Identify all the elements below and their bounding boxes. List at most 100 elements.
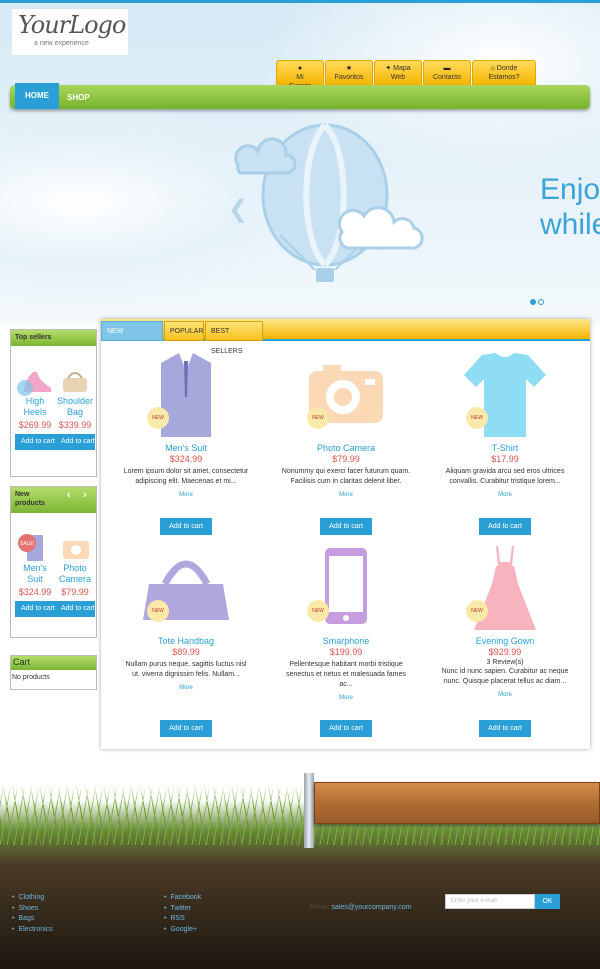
logo-tagline: a new experience (34, 40, 89, 47)
new-product-name: Photo Camera (58, 563, 91, 584)
more-link[interactable]: More (121, 492, 251, 498)
top-seller-price: $339.99 (58, 420, 92, 430)
new-badge: NEW (307, 407, 329, 429)
newsletter-email-input[interactable]: Enter your e-mail (445, 894, 535, 909)
house-icon: ⌂ (490, 65, 495, 72)
slider-caption-line1: Enjoy (540, 173, 600, 206)
slider-dot-2[interactable] (538, 299, 544, 305)
product-name[interactable]: Evening Gown (440, 636, 570, 646)
add-to-cart-button[interactable]: Add to cart (479, 518, 531, 535)
top-link-line1: Mi (296, 74, 304, 81)
add-to-cart-button[interactable]: Add to cart (55, 434, 95, 450)
top-link-mapa-web[interactable]: ✦ Mapa Web (374, 60, 422, 85)
product-name[interactable]: Photo Camera (281, 443, 411, 453)
more-link[interactable]: More (440, 492, 570, 498)
top-seller-item[interactable]: High Heels $269.99 Add to cart (15, 366, 55, 450)
product-card[interactable]: NEW Photo Camera $79.99 Nonummy qui exer… (281, 351, 411, 498)
add-to-cart-button[interactable]: Add to cart (320, 720, 372, 737)
footer-link-googleplus[interactable]: Google+ (164, 925, 201, 936)
add-to-cart-button[interactable]: Add to cart (160, 720, 212, 737)
new-product-price: $324.99 (18, 587, 52, 597)
product-tabs-panel: NEW ARRIVALS POPULAR BEST SELLERS NEW Me… (101, 319, 590, 749)
slider-prev-arrow[interactable]: ❮ (228, 195, 248, 224)
product-name[interactable]: Men's Suit (121, 443, 251, 453)
product-price: $199.99 (329, 647, 363, 657)
slider-dot-1[interactable] (530, 299, 536, 305)
product-card[interactable]: NEW Evening Gown $929.99 3 Review(s) Nun… (440, 544, 570, 698)
top-seller-item[interactable]: Shoulder Bag $339.99 Add to cart (55, 366, 95, 450)
tab-new-arrivals[interactable]: NEW ARRIVALS (101, 321, 163, 355)
product-card[interactable]: NEW Smarphone $199.99 Pellentesque habit… (281, 544, 411, 701)
sign-post (304, 773, 314, 848)
product-name[interactable]: T-Shirt (440, 443, 570, 453)
footer-link-bags[interactable]: Bags (12, 914, 53, 925)
top-link-line1: Mapa (393, 65, 411, 72)
envelope-icon: ▬ (443, 65, 451, 72)
top-link-line2: Web (390, 74, 406, 81)
top-link-line2: Favoritos (334, 74, 364, 81)
more-link[interactable]: More (281, 695, 411, 701)
footer-link-facebook[interactable]: Facebook (164, 893, 201, 904)
more-link[interactable]: More (121, 685, 251, 691)
footer-link-twitter[interactable]: Twitter (164, 904, 201, 915)
top-seller-price: $269.99 (18, 420, 52, 430)
footer-link-shoes[interactable]: Shoes (12, 904, 53, 915)
nav-shop[interactable]: SHOP (57, 85, 100, 109)
add-to-cart-button[interactable]: Add to cart (479, 720, 531, 737)
add-to-cart-button[interactable]: Add to cart (15, 601, 55, 617)
more-link[interactable]: More (281, 492, 411, 498)
product-card[interactable]: NEW Tote Handbag $89.99 Nullam purus neq… (121, 544, 251, 691)
tab-popular[interactable]: POPULAR (164, 321, 204, 341)
add-to-cart-button[interactable]: Add to cart (15, 434, 55, 450)
cart-block: Cart No products (10, 655, 97, 690)
product-price: $17.99 (491, 454, 519, 464)
footer-social: Facebook Twitter RSS Google+ (164, 893, 201, 935)
product-card[interactable]: NEW T-Shirt $17.99 Aliquam gravida arcu … (440, 351, 570, 498)
review-count[interactable]: 3 Review(s) (440, 659, 570, 666)
more-link[interactable]: More (440, 692, 570, 698)
footer-link-electronics[interactable]: Electronics (12, 925, 52, 936)
top-links: ● Mi Cuenta ★ Favoritos ✦ Mapa Web ▬ Con… (276, 60, 537, 90)
mens-suit-image (161, 353, 211, 437)
site-logo[interactable]: YourLogo a new experience (12, 9, 128, 55)
top-link-line2: Estamos? (488, 74, 520, 81)
product-price: $324.99 (169, 454, 203, 464)
new-products-title: New products (15, 491, 45, 507)
add-to-cart-button[interactable]: Add to cart (320, 518, 372, 535)
shoulder-bag-image (63, 372, 87, 392)
product-name[interactable]: Tote Handbag (121, 636, 251, 646)
top-link-favoritos[interactable]: ★ Favoritos (325, 60, 373, 85)
chevron-right-icon[interactable]: › (83, 490, 87, 501)
tab-best-sellers[interactable]: BEST SELLERS (205, 321, 263, 355)
new-product-item[interactable]: Photo Camera $79.99 Add to cart (55, 533, 95, 617)
contact-email-link[interactable]: sales@yourcompany.com (331, 904, 411, 911)
slider-caption-line2: while (540, 208, 600, 241)
cart-empty-text: No products (12, 674, 50, 681)
user-icon: ● (297, 65, 303, 72)
product-description: Aliquam gravida arcu sed eros ultrices c… (445, 468, 565, 485)
sale-badge: SALE! (20, 541, 34, 547)
cart-title[interactable]: Cart (11, 656, 96, 670)
product-price: $79.99 (332, 454, 360, 464)
pin-icon: ✦ (385, 65, 392, 72)
product-card[interactable]: NEW Men's Suit $324.99 Lorem ipsum dolor… (121, 351, 251, 498)
new-product-name: Men's Suit (23, 563, 47, 584)
slider-pagination (530, 297, 546, 307)
top-link-mi-cuenta[interactable]: ● Mi Cuenta (276, 60, 324, 90)
slider-caption: Enjoy while (540, 172, 600, 242)
add-to-cart-button[interactable]: Add to cart (55, 601, 95, 617)
add-to-cart-button[interactable]: Add to cart (160, 518, 212, 535)
new-product-item[interactable]: SALE! Men's Suit $324.99 Add to cart (15, 533, 55, 617)
chevron-left-icon[interactable]: ‹ (67, 490, 71, 501)
footer-link-clothing[interactable]: Clothing (12, 893, 53, 904)
top-link-contacto[interactable]: ▬ Contacto (423, 60, 471, 85)
top-link-donde-estamos[interactable]: ⌂ Donde Estamos? (472, 60, 536, 85)
nav-home[interactable]: HOME (15, 83, 59, 109)
product-description: Nunc id nunc sapien. Curabitur ac neque … (441, 668, 569, 685)
newsletter-ok-button[interactable]: OK (535, 894, 560, 909)
star-icon: ★ (345, 65, 353, 72)
product-name[interactable]: Smarphone (281, 636, 411, 646)
contact-email-label: Email: (310, 904, 330, 911)
photo-camera-image (309, 365, 383, 423)
footer-link-rss[interactable]: RSS (164, 914, 201, 925)
